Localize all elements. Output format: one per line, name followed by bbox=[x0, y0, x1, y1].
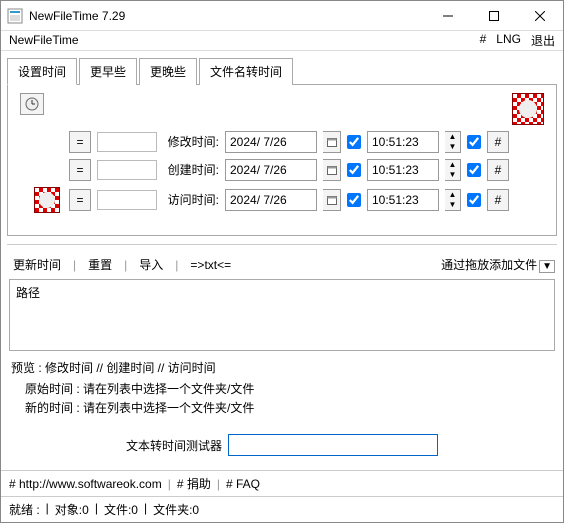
file-toolbar: 更新时间 | 重置 | 导入 | =>txt<= 通过拖放添加文件▼ bbox=[1, 252, 563, 277]
homepage-link[interactable]: # http://www.softwareok.com bbox=[9, 477, 162, 491]
footer-links: # http://www.softwareok.com | # 捐助 | # F… bbox=[1, 470, 563, 496]
status-folders: 文件夹:0 bbox=[153, 501, 199, 518]
hash-button-create[interactable]: # bbox=[487, 159, 509, 181]
enable-check-access[interactable] bbox=[347, 193, 361, 207]
app-menu[interactable]: NewFileTime bbox=[9, 33, 468, 47]
hash-button-modify[interactable]: # bbox=[487, 131, 509, 153]
tester-label: 文本转时间测试器 bbox=[126, 437, 222, 454]
tab-earlier[interactable]: 更早些 bbox=[79, 58, 137, 85]
row-access: = 访问时间: 2024/ 7/26 10:51:23 ▲▼ # bbox=[14, 187, 550, 213]
preview-original: 原始时间 : 请在列表中选择一个文件夹/文件 bbox=[11, 380, 553, 397]
preview-header: 预览 : 修改时间 // 创建时间 // 访问时间 bbox=[11, 359, 553, 376]
calendar-icon-access[interactable] bbox=[323, 189, 341, 211]
offset-field-modify[interactable] bbox=[97, 132, 157, 152]
time-input-create[interactable]: 10:51:23 bbox=[367, 159, 439, 181]
date-picker-icon[interactable] bbox=[512, 93, 544, 125]
time-input-modify[interactable]: 10:51:23 bbox=[367, 131, 439, 153]
time-check-access[interactable] bbox=[467, 193, 481, 207]
minimize-button[interactable] bbox=[425, 1, 471, 31]
export-txt-button[interactable]: =>txt<= bbox=[186, 256, 235, 274]
tab-set-time[interactable]: 设置时间 bbox=[7, 58, 77, 85]
tab-bar: 设置时间 更早些 更晚些 文件名转时间 bbox=[7, 57, 557, 85]
date-input-access[interactable]: 2024/ 7/26 bbox=[225, 189, 317, 211]
close-button[interactable] bbox=[517, 1, 563, 31]
hash-button-access[interactable]: # bbox=[487, 189, 509, 211]
divider bbox=[7, 244, 557, 245]
date-input-modify[interactable]: 2024/ 7/26 bbox=[225, 131, 317, 153]
enable-check-modify[interactable] bbox=[347, 135, 361, 149]
row-create: = 创建时间: 2024/ 7/26 10:51:23 ▲▼ # bbox=[14, 159, 550, 181]
label-access: 访问时间: bbox=[163, 191, 219, 208]
date-picker-icon-2[interactable] bbox=[34, 187, 60, 213]
offset-field-create[interactable] bbox=[97, 160, 157, 180]
now-button[interactable] bbox=[20, 93, 44, 115]
maximize-button[interactable] bbox=[471, 1, 517, 31]
sep: | bbox=[120, 256, 131, 274]
equal-button-modify[interactable]: = bbox=[69, 131, 91, 153]
file-list[interactable]: 路径 bbox=[9, 279, 555, 351]
time-check-create[interactable] bbox=[467, 163, 481, 177]
equal-button-access[interactable]: = bbox=[69, 189, 91, 211]
import-button[interactable]: 导入 bbox=[135, 254, 167, 275]
tester-input[interactable] bbox=[228, 434, 438, 456]
calendar-icon-create[interactable] bbox=[323, 159, 341, 181]
reset-button[interactable]: 重置 bbox=[84, 254, 116, 275]
offset-field-access[interactable] bbox=[97, 190, 157, 210]
status-files: 文件:0 bbox=[104, 501, 138, 518]
preview-new: 新的时间 : 请在列表中选择一个文件夹/文件 bbox=[11, 399, 553, 416]
app-icon bbox=[7, 8, 23, 24]
donate-link[interactable]: # 捐助 bbox=[177, 475, 211, 492]
time-check-modify[interactable] bbox=[467, 135, 481, 149]
row-modify: = 修改时间: 2024/ 7/26 10:51:23 ▲▼ # bbox=[14, 131, 550, 153]
time-spinner-modify[interactable]: ▲▼ bbox=[445, 131, 461, 153]
time-input-access[interactable]: 10:51:23 bbox=[367, 189, 439, 211]
sep: | bbox=[171, 256, 182, 274]
tab-later[interactable]: 更晚些 bbox=[139, 58, 197, 85]
tab-filename-to-time[interactable]: 文件名转时间 bbox=[199, 58, 293, 85]
time-spinner-access[interactable]: ▲▼ bbox=[445, 189, 461, 211]
add-files-dropdown[interactable]: 通过拖放添加文件▼ bbox=[441, 256, 555, 273]
column-header-path[interactable]: 路径 bbox=[16, 284, 548, 301]
label-modify: 修改时间: bbox=[163, 133, 219, 150]
sep: | bbox=[69, 256, 80, 274]
enable-check-create[interactable] bbox=[347, 163, 361, 177]
time-panel: = 修改时间: 2024/ 7/26 10:51:23 ▲▼ # = 创建时间:… bbox=[7, 85, 557, 236]
status-objects: 对象:0 bbox=[55, 501, 89, 518]
update-time-button[interactable]: 更新时间 bbox=[9, 254, 65, 275]
status-ready: 就绪 : bbox=[9, 501, 40, 518]
calendar-icon-modify[interactable] bbox=[323, 131, 341, 153]
exit-menu[interactable]: 退出 bbox=[531, 32, 555, 49]
time-spinner-create[interactable]: ▲▼ bbox=[445, 159, 461, 181]
faq-link[interactable]: # FAQ bbox=[226, 477, 260, 491]
date-input-create[interactable]: 2024/ 7/26 bbox=[225, 159, 317, 181]
text-to-time-tester: 文本转时间测试器 bbox=[1, 434, 563, 456]
status-bar: 就绪 : | 对象:0 | 文件:0 | 文件夹:0 bbox=[1, 496, 563, 522]
add-files-label: 通过拖放添加文件 bbox=[441, 258, 537, 272]
label-create: 创建时间: bbox=[163, 161, 219, 178]
chevron-down-icon: ▼ bbox=[539, 260, 555, 273]
hash-menu[interactable]: # bbox=[480, 32, 487, 49]
preview-area: 预览 : 修改时间 // 创建时间 // 访问时间 原始时间 : 请在列表中选择… bbox=[1, 353, 563, 424]
equal-button-create[interactable]: = bbox=[69, 159, 91, 181]
window-title: NewFileTime 7.29 bbox=[29, 9, 425, 23]
language-menu[interactable]: LNG bbox=[496, 32, 521, 49]
